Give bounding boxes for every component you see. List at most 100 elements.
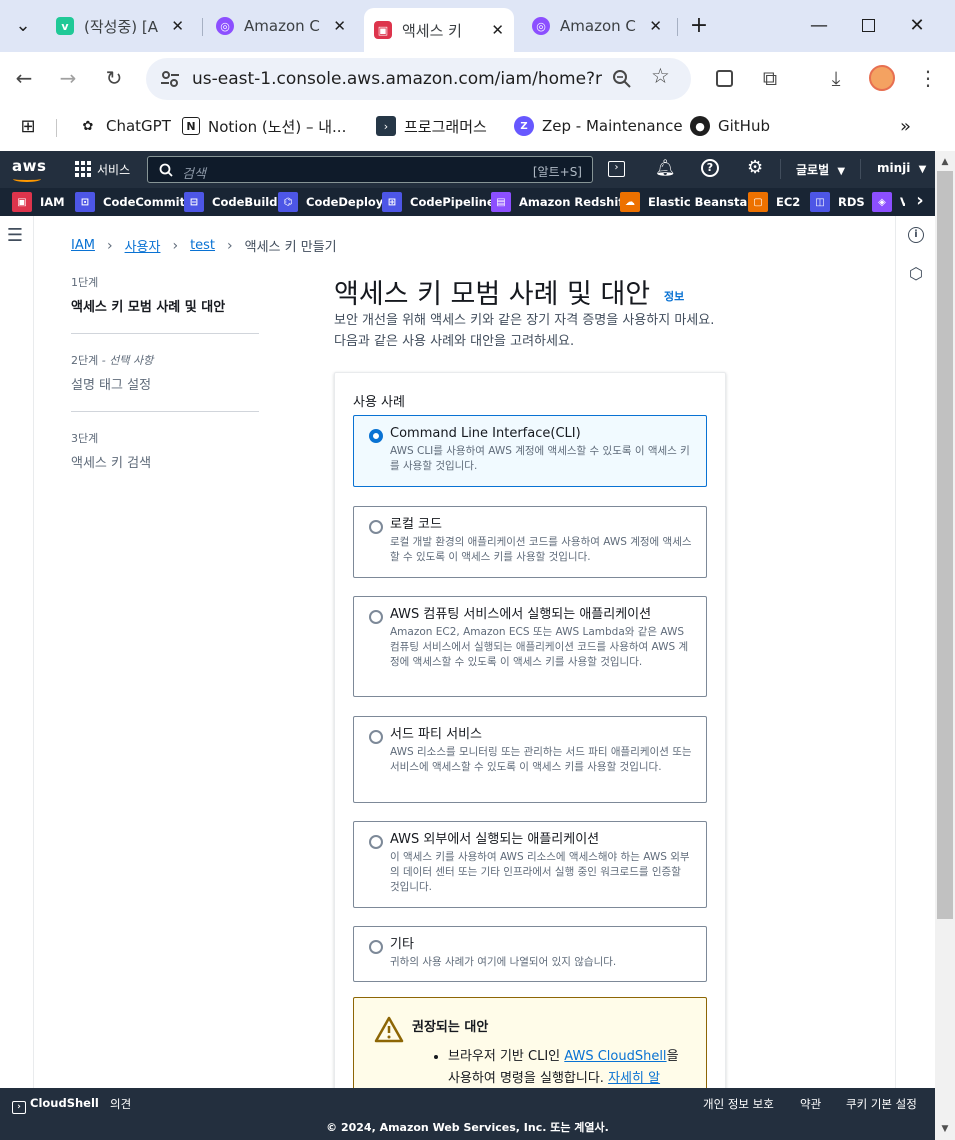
cloudshell-link[interactable]: AWS CloudShell (564, 1049, 666, 1064)
favorite-codecommit[interactable]: ⊡ CodeCommit (75, 191, 185, 213)
browser-tab-2[interactable]: ◎ Amazon C ✕ (206, 10, 356, 42)
privacy-link[interactable]: 개인 정보 보호 (703, 1096, 774, 1112)
tab-search-button[interactable]: ⌄ (6, 8, 40, 42)
radio-button[interactable] (369, 835, 383, 849)
bookmarks-overflow-button[interactable]: » (900, 115, 911, 137)
close-icon[interactable]: ✕ (171, 17, 184, 35)
reload-button[interactable]: ↻ (98, 62, 130, 94)
cookie-preferences-link[interactable]: 쿠키 기본 설정 (846, 1096, 917, 1112)
chrome-menu-button[interactable]: ⋮ (912, 62, 944, 94)
browser-tab-4[interactable]: ◎ Amazon C ✕ (522, 10, 672, 42)
help-icon[interactable]: ? (701, 159, 719, 177)
profile-button[interactable] (866, 62, 898, 94)
info-panel-icon[interactable]: i (905, 224, 927, 246)
close-icon[interactable]: ✕ (649, 17, 662, 35)
favorite-v[interactable]: ◈ V (872, 191, 909, 213)
breadcrumb-user-test[interactable]: test (190, 238, 215, 253)
favorites-scroll-right-icon[interactable]: › (905, 188, 935, 216)
favorite-codepipeline[interactable]: ⊞ CodePipeline (382, 191, 495, 213)
learn-more-link[interactable]: 자세히 알 (608, 1071, 660, 1086)
terms-link[interactable]: 약관 (800, 1096, 821, 1112)
back-button[interactable]: ← (8, 62, 40, 94)
scroll-down-arrow-icon[interactable]: ▼ (935, 1120, 955, 1138)
option-title: 기타 (390, 937, 414, 952)
notifications-bell-icon[interactable]: 🔔︎ (655, 158, 675, 177)
radio-button[interactable] (369, 730, 383, 744)
address-bar[interactable]: us-east-1.console.aws.amazon.com/iam/hom… (146, 58, 691, 100)
minimize-icon: — (810, 14, 828, 36)
bookmark-programmers[interactable]: › 프로그래머스 (376, 115, 487, 137)
url-text: us-east-1.console.aws.amazon.com/iam/hom… (192, 69, 602, 89)
gear-icon[interactable]: ⚙ (747, 157, 763, 178)
radio-button[interactable] (369, 610, 383, 624)
hamburger-menu-icon[interactable]: ☰ (4, 224, 26, 246)
apps-button[interactable]: ⊞ (18, 115, 46, 137)
wizard-step-2[interactable]: 2단계 - 선택 사항 설명 태그 설정 (71, 352, 259, 412)
use-case-option-local-code[interactable]: 로컬 코드 로컬 개발 환경의 애플리케이션 코드를 사용하여 AWS 계정에 … (353, 506, 707, 578)
wizard-step-3[interactable]: 3단계 액세스 키 검색 (71, 430, 259, 489)
browser-tab-1[interactable]: v (작성중) [A ✕ (46, 10, 194, 42)
caret-down-icon: ▼ (837, 166, 846, 177)
use-case-option-aws-compute[interactable]: AWS 컴퓨팅 서비스에서 실행되는 애플리케이션 Amazon EC2, Am… (353, 596, 707, 697)
extensions-button[interactable]: ⧉ (754, 62, 786, 94)
forward-button[interactable]: → (52, 62, 84, 94)
page-scrollbar[interactable]: ▲ ▼ (935, 151, 955, 1140)
cloudshell-icon[interactable]: › (608, 161, 625, 177)
favorite-codebuild[interactable]: ⊟ CodeBuild (184, 191, 277, 213)
browser-tab-3-active[interactable]: ▣ 액세스 키 ✕ (364, 8, 514, 52)
zoom-icon[interactable] (612, 69, 632, 89)
favorite-codedeploy[interactable]: ⌬ CodeDeploy (278, 191, 383, 213)
step-name: 액세스 키 검색 (71, 456, 152, 471)
maximize-button[interactable] (851, 8, 885, 42)
search-shortcut: [알트+S] (532, 165, 582, 179)
info-link[interactable]: 정보 (664, 288, 684, 304)
bookmark-star-icon[interactable]: ☆ (651, 64, 670, 88)
feedback-link[interactable]: 의견 (110, 1096, 131, 1112)
favorite-ec2[interactable]: ▢ EC2 (748, 191, 800, 213)
help-panel-icon[interactable]: ⬡ (905, 262, 927, 284)
downloads-button[interactable]: ⤓ (820, 62, 852, 94)
services-menu[interactable]: 서비스 (97, 161, 130, 178)
favorite-rds[interactable]: ◫ RDS (810, 191, 865, 213)
minimize-button[interactable]: — (802, 8, 836, 42)
rds-service-icon: ◫ (810, 192, 830, 212)
favorite-elastic-beanstalk[interactable]: ☁ Elastic Beanstalk (620, 191, 759, 213)
radio-button[interactable] (369, 520, 383, 534)
aws-favorites-bar: ▣ IAM ⊡ CodeCommit ⊟ CodeBuild ⌬ CodeDep… (0, 188, 935, 216)
favorite-label: CodeDeploy (306, 195, 384, 209)
services-grid-icon[interactable] (75, 161, 91, 177)
favorite-iam[interactable]: ▣ IAM (12, 191, 65, 213)
bookmark-github[interactable]: ● GitHub (690, 115, 770, 137)
favorite-redshift[interactable]: ▤ Amazon Redshift (491, 191, 629, 213)
breadcrumb-iam[interactable]: IAM (71, 238, 95, 253)
account-menu[interactable]: minji ▼ (877, 161, 926, 175)
breadcrumb-users[interactable]: 사용자 (125, 236, 161, 255)
aws-search-input[interactable]: 검색 [알트+S] (147, 156, 593, 183)
reading-list-button[interactable] (708, 62, 740, 94)
wizard-step-1[interactable]: 1단계 액세스 키 모범 사례 및 대안 (71, 274, 259, 334)
close-icon[interactable]: ✕ (491, 21, 504, 39)
bookmark-zep[interactable]: Z Zep - Maintenance (514, 115, 683, 137)
aws-logo[interactable]: aws (12, 157, 46, 175)
use-case-option-outside-aws[interactable]: AWS 외부에서 실행되는 애플리케이션 이 액세스 키를 사용하여 AWS 리… (353, 821, 707, 908)
use-case-option-other[interactable]: 기타 귀하의 사용 사례가 여기에 나열되어 있지 않습니다. (353, 926, 707, 982)
site-settings-icon[interactable] (158, 67, 182, 91)
tab-title: Amazon C (560, 17, 636, 35)
radio-button[interactable] (369, 429, 383, 443)
console-content: ☰ IAM › 사용자 › test › 액세스 키 만들기 1단계 액세스 키… (0, 216, 935, 1088)
use-case-option-third-party[interactable]: 서드 파티 서비스 AWS 리소스를 모니터링 또는 관리하는 서드 파티 애플… (353, 716, 707, 803)
radio-button[interactable] (369, 940, 383, 954)
scrollbar-thumb[interactable] (937, 171, 953, 919)
scroll-up-arrow-icon[interactable]: ▲ (935, 153, 955, 171)
window-close-button[interactable]: ✕ (900, 8, 934, 42)
bookmark-chatgpt[interactable]: ✿ ChatGPT (78, 115, 171, 137)
option-description: 로컬 개발 환경의 애플리케이션 코드를 사용하여 AWS 계정에 액세스할 수… (390, 536, 692, 563)
step-number: 3단계 (71, 432, 99, 445)
use-case-option-cli[interactable]: Command Line Interface(CLI) AWS CLI를 사용하… (353, 415, 707, 487)
new-tab-button[interactable]: + (682, 8, 716, 42)
cloudshell-footer-button[interactable]: › CloudShell (12, 1096, 99, 1114)
close-icon[interactable]: ✕ (333, 17, 346, 35)
region-selector[interactable]: 글로벌 ▼ (796, 161, 845, 178)
bookmark-notion[interactable]: N Notion (노션) – 내... (182, 115, 346, 137)
aws-top-nav: aws 서비스 검색 [알트+S] › 🔔︎ ? ⚙ 글로벌 ▼ minji ▼ (0, 151, 935, 188)
